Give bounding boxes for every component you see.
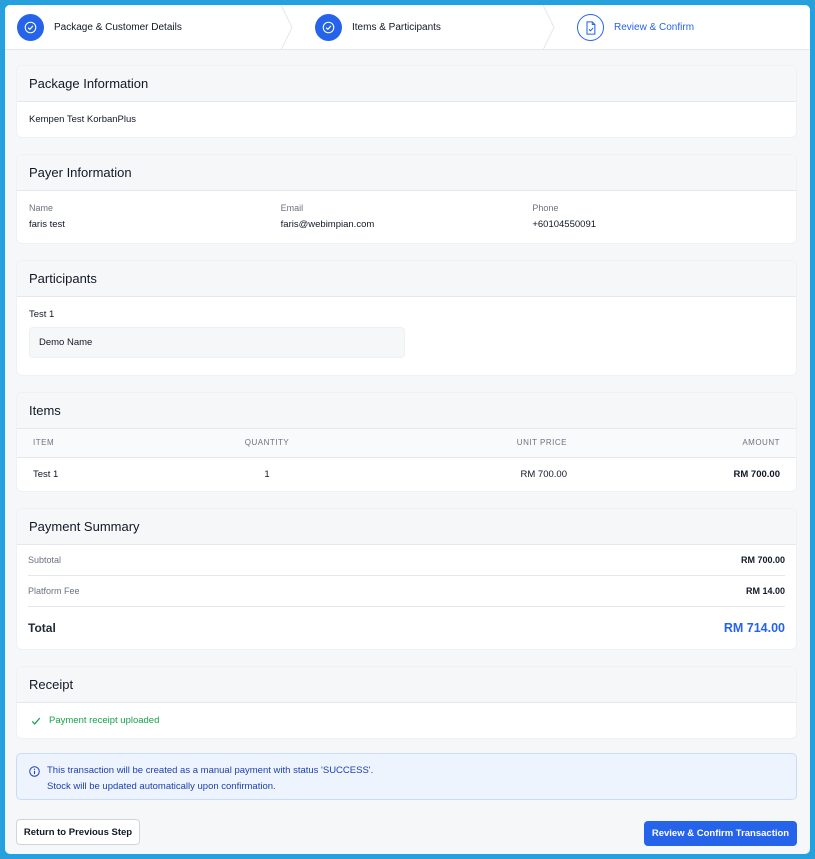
step-label: Review & Confirm — [614, 22, 695, 33]
platform-fee-row: Platform Fee RM 14.00 — [28, 576, 785, 607]
receipt-card: Receipt Payment receipt uploaded — [16, 666, 797, 739]
participants-card: Participants Test 1 Demo Name — [16, 260, 797, 376]
participant-group-label: Test 1 — [29, 309, 55, 320]
check-icon — [17, 14, 44, 41]
table-header-row: ITEM QUANTITY UNIT PRICE AMOUNT — [17, 429, 796, 458]
section-title: Payment Summary — [17, 509, 796, 545]
items-table: ITEM QUANTITY UNIT PRICE AMOUNT Test 1 1… — [17, 429, 796, 491]
receipt-status: Payment receipt uploaded — [49, 715, 160, 726]
column-header-amount: AMOUNT — [567, 429, 796, 458]
info-notice: This transaction will be created as a ma… — [16, 753, 797, 800]
payer-email: faris@webimpian.com — [280, 219, 375, 230]
section-title: Items — [17, 393, 796, 429]
section-title: Payer Information — [17, 155, 796, 191]
return-previous-step-button[interactable]: Return to Previous Step — [16, 819, 140, 845]
app-window: Package & Customer Details Items & Parti… — [2, 2, 813, 857]
platform-fee-value: RM 14.00 — [745, 586, 785, 596]
items-card: Items ITEM QUANTITY UNIT PRICE AMOUNT Te… — [16, 392, 797, 492]
notice-line: This transaction will be created as a ma… — [47, 765, 374, 776]
item-unit-price: RM 700.00 — [520, 468, 567, 480]
platform-fee-label: Platform Fee — [28, 586, 80, 596]
subtotal-label: Subtotal — [28, 555, 62, 565]
step-label: Package & Customer Details — [54, 22, 182, 33]
column-header-quantity: QUANTITY — [167, 429, 367, 458]
payer-card: Payer Information Name faris test Email … — [16, 154, 797, 244]
step-label: Items & Participants — [352, 22, 441, 33]
participant-name-field: Demo Name — [29, 327, 405, 358]
package-name: Kempen Test KorbanPlus — [29, 114, 137, 125]
total-row: Total RM 714.00 — [28, 607, 785, 649]
check-icon — [31, 717, 41, 725]
step-items-participants[interactable]: Items & Participants — [293, 5, 555, 50]
notice-line: Stock will be updated automatically upon… — [47, 781, 276, 792]
step-divider-icon — [542, 5, 555, 50]
progress-stepper: Package & Customer Details Items & Parti… — [5, 5, 810, 50]
payer-name: faris test — [29, 219, 65, 230]
subtotal-row: Subtotal RM 700.00 — [28, 545, 785, 576]
item-amount: RM 700.00 — [733, 468, 780, 480]
subtotal-value: RM 700.00 — [740, 555, 785, 565]
field-label: Phone — [532, 203, 559, 213]
step-divider-icon — [280, 5, 293, 50]
info-icon — [29, 766, 40, 777]
step-review-confirm[interactable]: Review & Confirm — [555, 5, 810, 50]
payer-name-field: Name faris test — [29, 203, 281, 233]
section-title: Receipt — [17, 667, 796, 703]
field-label: Email — [280, 203, 304, 213]
step-package-customer[interactable]: Package & Customer Details — [5, 5, 293, 50]
item-name: Test 1 — [33, 468, 59, 480]
total-label: Total — [28, 621, 56, 635]
payment-summary-card: Payment Summary Subtotal RM 700.00 Platf… — [16, 508, 797, 650]
payer-phone-field: Phone +60104550091 — [532, 203, 784, 233]
payer-email-field: Email faris@webimpian.com — [281, 203, 533, 233]
total-value: RM 714.00 — [723, 621, 785, 635]
section-title: Package Information — [17, 66, 796, 102]
check-icon — [315, 14, 342, 41]
review-confirm-transaction-button[interactable]: Review & Confirm Transaction — [644, 821, 797, 846]
package-card: Package Information Kempen Test KorbanPl… — [16, 65, 797, 138]
item-quantity: 1 — [264, 468, 270, 480]
payer-phone: +60104550091 — [532, 219, 597, 230]
column-header-item: ITEM — [17, 429, 167, 458]
review-content: Package Information Kempen Test KorbanPl… — [16, 65, 797, 800]
column-header-unit-price: UNIT PRICE — [367, 429, 567, 458]
section-title: Participants — [17, 261, 796, 297]
document-check-icon — [577, 14, 604, 41]
field-label: Name — [29, 203, 54, 213]
table-row: Test 1 1 RM 700.00 RM 700.00 — [17, 457, 796, 491]
